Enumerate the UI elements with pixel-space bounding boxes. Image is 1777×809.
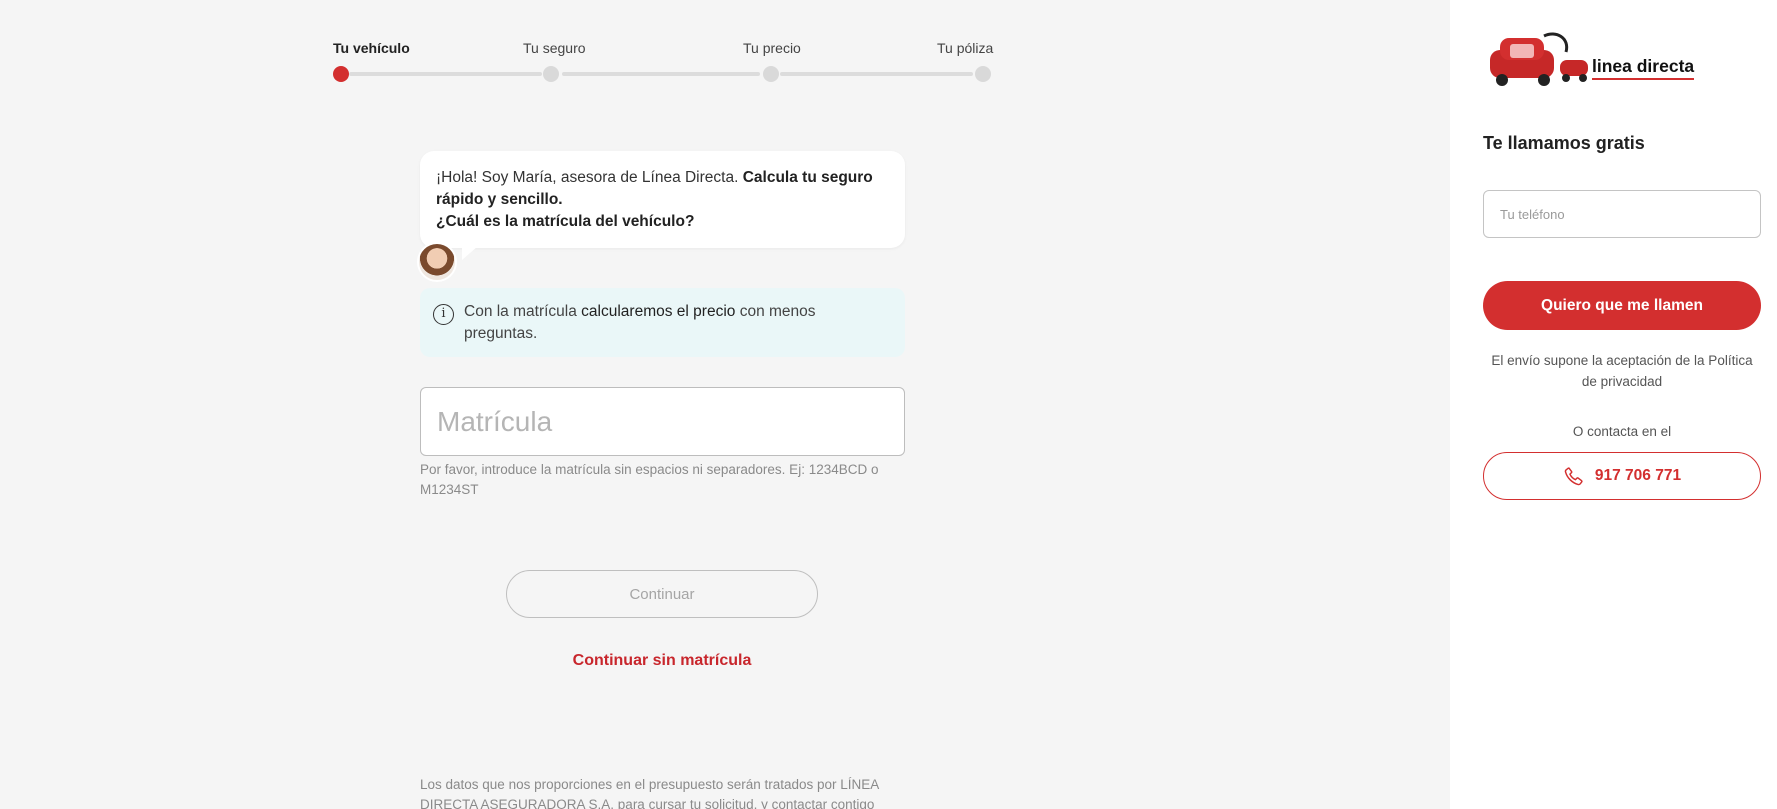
continue-button[interactable]: Continuar bbox=[506, 570, 818, 618]
advisor-intro-text: ¡Hola! Soy María, asesora de Línea Direc… bbox=[436, 169, 739, 186]
phone-number-label: 917 706 771 bbox=[1594, 467, 1682, 484]
step-label-poliza: Tu póliza bbox=[937, 40, 994, 56]
continue-without-plate-link-wrap: Continuar sin matrícula bbox=[0, 652, 1324, 670]
info-icon: i bbox=[433, 304, 454, 325]
plate-input[interactable] bbox=[420, 387, 905, 456]
info-text-bold: calcularemos el precio bbox=[581, 303, 736, 320]
advisor-question-text: ¿Cuál es la matrícula del vehículo? bbox=[436, 213, 695, 230]
step-connector bbox=[562, 72, 760, 76]
step-label-vehiculo: Tu vehículo bbox=[333, 40, 410, 56]
info-box: i Con la matrícula calcularemos el preci… bbox=[420, 288, 905, 357]
step-dot-poliza bbox=[975, 66, 991, 82]
bubble-tail bbox=[462, 246, 478, 260]
phone-number-input[interactable] bbox=[1483, 190, 1761, 238]
progress-stepper bbox=[333, 38, 991, 88]
step-dot-seguro bbox=[543, 66, 559, 82]
contact-label: O contacta en el bbox=[1572, 424, 1672, 439]
phone-number-button[interactable]: 917 706 771 bbox=[1483, 452, 1761, 500]
phone-car-logo-icon bbox=[1490, 32, 1588, 86]
advisor-message-bubble: ¡Hola! Soy María, asesora de Línea Direc… bbox=[420, 151, 905, 248]
callback-sidebar bbox=[1450, 0, 1777, 809]
phone-icon bbox=[1564, 467, 1583, 486]
callback-title: Te llamamos gratis bbox=[1483, 133, 1645, 153]
request-call-button[interactable]: Quiero que me llamen bbox=[1483, 281, 1761, 330]
brand-name: linea directa bbox=[1592, 56, 1695, 80]
plate-hint: Por favor, introduce la matrícula sin es… bbox=[420, 462, 879, 497]
step-connector bbox=[349, 72, 542, 76]
privacy-notice: El envío supone la aceptación de la Polí… bbox=[1491, 353, 1753, 389]
step-label-precio: Tu precio bbox=[743, 40, 801, 56]
continue-without-plate-link[interactable]: Continuar sin matrícula bbox=[573, 652, 752, 670]
step-connector bbox=[780, 72, 973, 76]
step-label-seguro: Tu seguro bbox=[523, 40, 586, 56]
info-text-1: Con la matrícula bbox=[464, 303, 577, 320]
advisor-avatar bbox=[417, 242, 457, 282]
step-dot-vehiculo bbox=[333, 66, 349, 82]
legal-notice: Los datos que nos proporciones en el pre… bbox=[420, 777, 879, 809]
step-dot-precio bbox=[763, 66, 779, 82]
main-content: Tu vehículo Tu seguro Tu precio Tu póliz… bbox=[0, 0, 1450, 809]
